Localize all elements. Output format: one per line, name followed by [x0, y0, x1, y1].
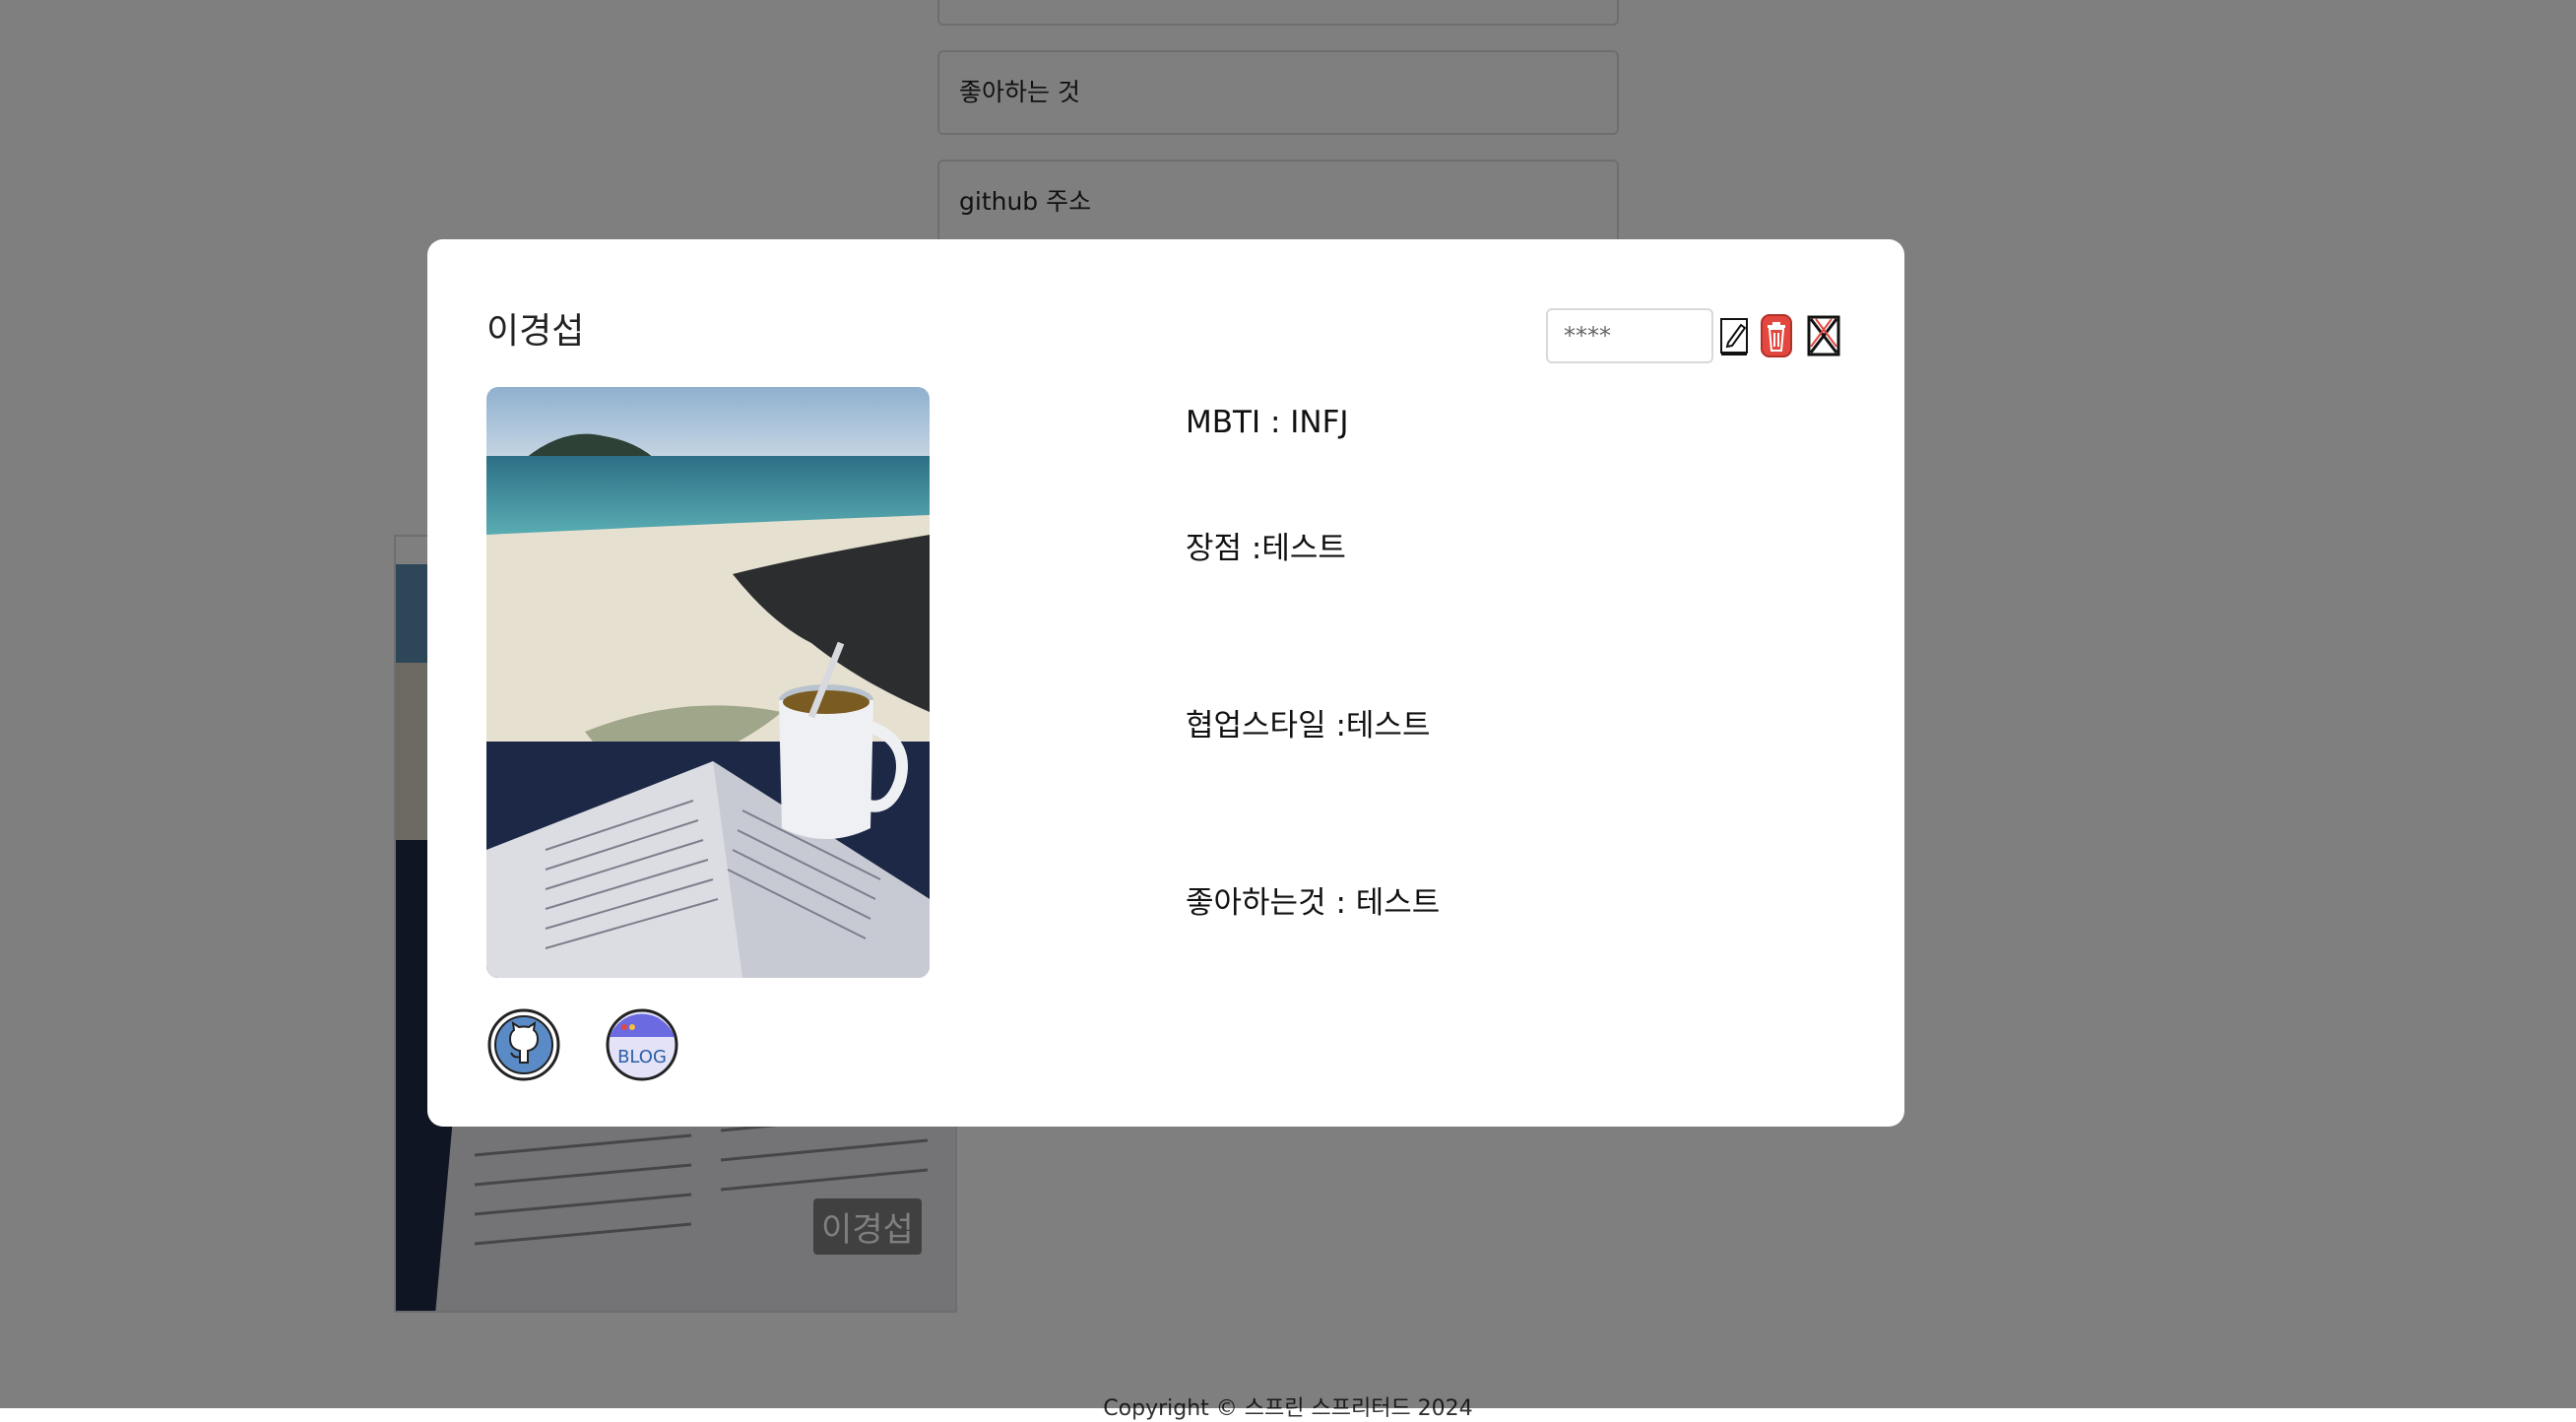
likes-text: 좋아하는것 : 테스트: [1186, 885, 1441, 921]
blog-link[interactable]: BLOG: [605, 1005, 679, 1084]
strength-text: 장점 :테스트: [1186, 531, 1346, 566]
edit-button[interactable]: [1719, 313, 1749, 358]
close-button[interactable]: [1806, 313, 1841, 358]
member-detail-modal: 이경섭 BLOG MBTI: INFJ 장점:테스트 협업스타일:테스트 …: [427, 239, 1904, 1127]
blog-icon: BLOG: [606, 1008, 678, 1081]
password-input[interactable]: [1546, 308, 1713, 363]
github-icon: [487, 1008, 560, 1081]
mbti-text: MBTI : INFJ: [1186, 405, 1349, 440]
close-icon: [1807, 315, 1840, 356]
edit-icon: [1720, 318, 1748, 356]
member-photo: [486, 387, 930, 978]
blog-icon-label: BLOG: [617, 1047, 667, 1067]
delete-button[interactable]: [1761, 313, 1792, 358]
collab-style-text: 협업스타일 :테스트: [1186, 708, 1431, 743]
trash-icon: [1761, 314, 1792, 357]
modal-member-name: 이경섭: [486, 311, 585, 352]
github-link[interactable]: [486, 1005, 561, 1084]
